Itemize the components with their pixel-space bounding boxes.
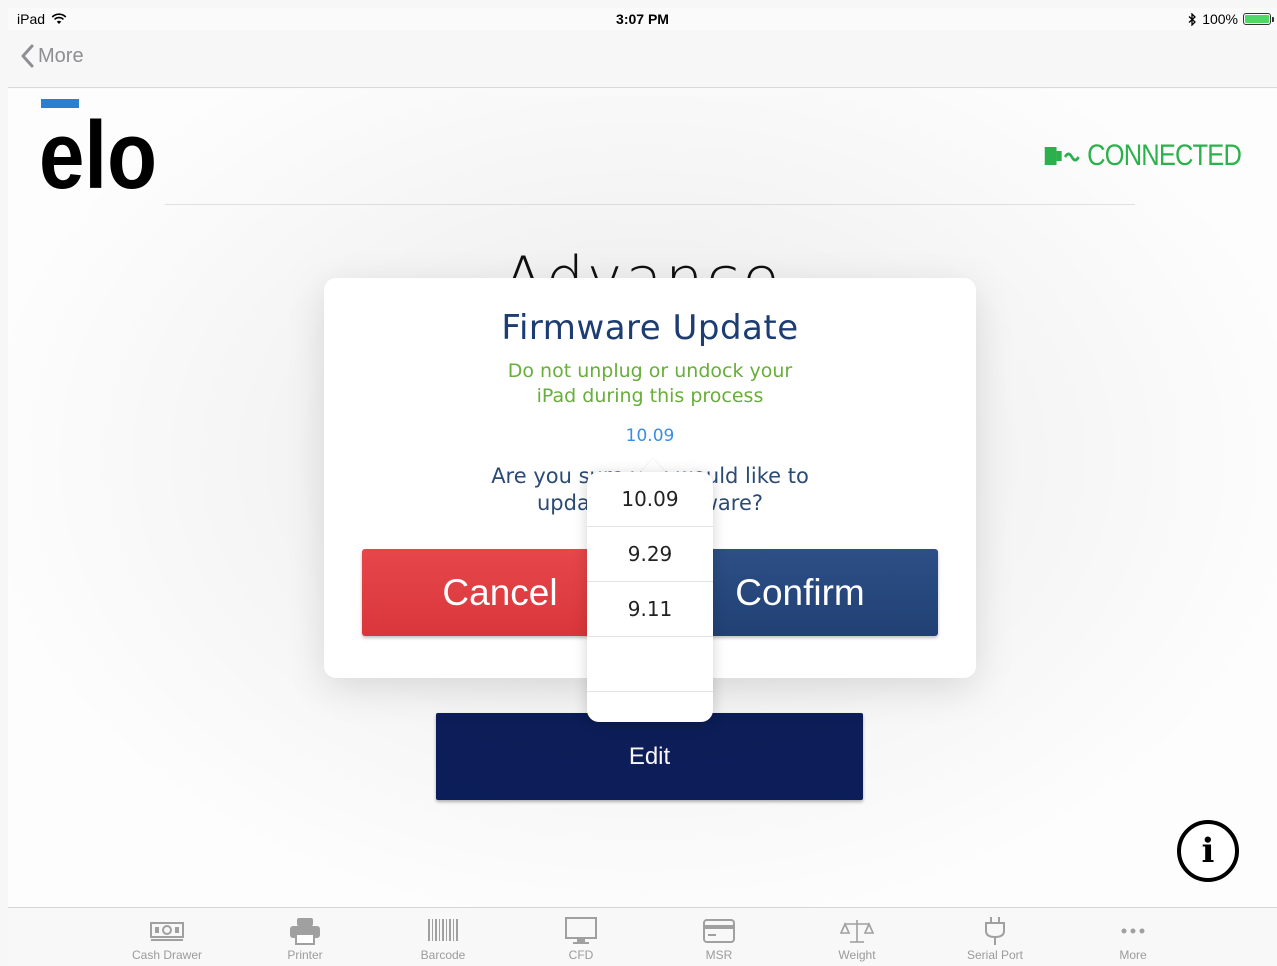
- tab-serial-port[interactable]: Serial Port: [926, 908, 1064, 966]
- tab-label: Serial Port: [966, 948, 1024, 962]
- picker-option[interactable]: [587, 637, 713, 692]
- tab-cfd[interactable]: CFD: [512, 908, 650, 966]
- monitor-icon: [565, 917, 597, 944]
- svg-text:elo: elo: [41, 102, 157, 189]
- tab-label: Barcode: [420, 948, 466, 962]
- connection-status-label: CONNECTED: [1087, 139, 1242, 172]
- printer-icon: [290, 918, 320, 945]
- version-selector[interactable]: 10.09: [324, 426, 976, 446]
- tab-more[interactable]: More: [1064, 908, 1202, 966]
- picker-option[interactable]: 9.11: [587, 582, 713, 637]
- tab-msr[interactable]: MSR: [650, 908, 788, 966]
- dialog-warning: Do not unplug or undock your iPad during…: [324, 359, 976, 409]
- tab-label: Weight: [838, 948, 876, 962]
- version-picker: 10.09 9.29 9.11: [587, 472, 713, 722]
- cash-drawer-icon: [150, 922, 184, 941]
- picker-option[interactable]: [587, 692, 713, 722]
- tab-label: More: [1119, 948, 1147, 962]
- tab-label: MSR: [705, 948, 733, 962]
- more-icon: [1121, 928, 1145, 934]
- back-label: More: [38, 44, 84, 67]
- tab-label: Cash Drawer: [131, 948, 203, 962]
- barcode-icon: [428, 919, 458, 941]
- navigation-bar: More: [8, 30, 1277, 88]
- bluetooth-icon: [1188, 12, 1197, 26]
- warning-line-2: iPad during this process: [536, 385, 764, 407]
- picker-option[interactable]: 9.29: [587, 527, 713, 582]
- card-icon: [703, 919, 735, 943]
- status-right: 100%: [1188, 11, 1274, 27]
- status-time: 3:07 PM: [616, 11, 669, 27]
- dialog-title: Firmware Update: [501, 308, 799, 348]
- elo-logo: elo: [41, 99, 157, 189]
- edit-button[interactable]: Edit: [436, 713, 863, 800]
- back-button[interactable]: More: [20, 44, 84, 68]
- tab-label: CFD: [568, 948, 594, 962]
- ipad-screen: iPad 3:07 PM 100% More elo CONNECTED Edi…: [8, 8, 1277, 966]
- tab-bar: Cash Drawer Printer Barcode CFD MSR Weig…: [8, 907, 1277, 966]
- plug-icon: [985, 917, 1005, 945]
- tab-printer[interactable]: Printer: [236, 908, 374, 966]
- battery-percent: 100%: [1202, 11, 1238, 27]
- plug-connected-icon: [1044, 147, 1080, 165]
- picker-arrow: [640, 459, 666, 473]
- status-bar: iPad 3:07 PM 100%: [8, 8, 1277, 30]
- info-icon[interactable]: i: [1177, 820, 1239, 882]
- tab-label: Printer: [287, 948, 323, 962]
- header-divider: [165, 204, 1135, 205]
- tab-weight[interactable]: Weight: [788, 908, 926, 966]
- scale-icon: [840, 920, 874, 943]
- warning-line-1: Do not unplug or undock your: [507, 360, 793, 382]
- chevron-left-icon: [21, 44, 34, 68]
- battery-icon: [1243, 13, 1274, 25]
- connection-status: CONNECTED: [1044, 139, 1242, 173]
- tab-barcode[interactable]: Barcode: [374, 908, 512, 966]
- tab-cash-drawer[interactable]: Cash Drawer: [98, 908, 236, 966]
- picker-option[interactable]: 10.09: [587, 472, 713, 527]
